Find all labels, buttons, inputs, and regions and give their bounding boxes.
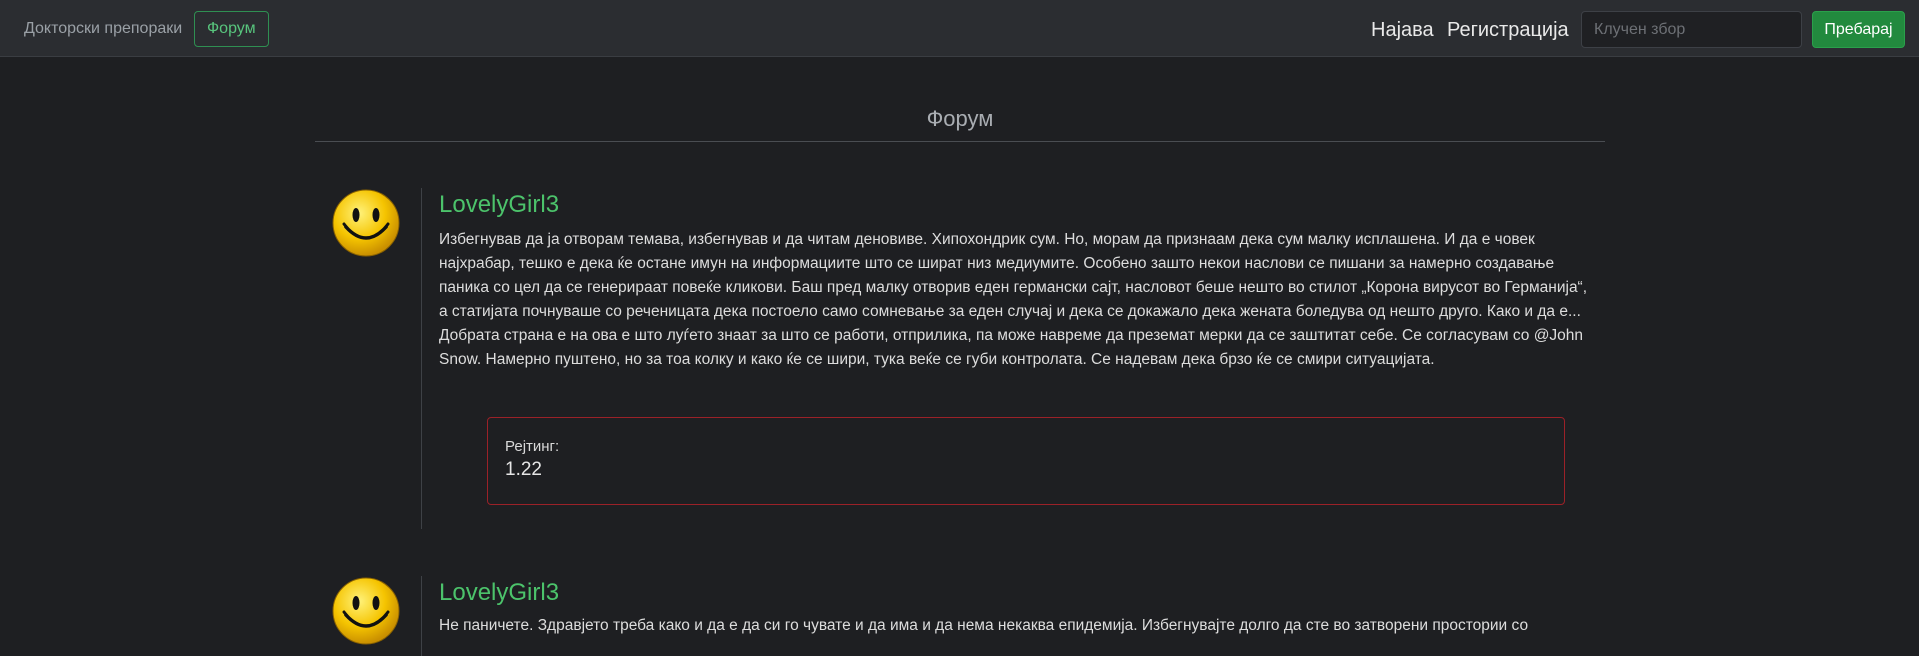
forum-post: LovelyGirl3 Не паничете. Здравјето треба… (315, 576, 1605, 656)
smiley-face-icon (332, 577, 400, 645)
post-author[interactable]: LovelyGirl3 (439, 579, 559, 607)
post-divider-line (421, 576, 422, 656)
top-navbar: Докторски препораки Форум Најава Регистр… (0, 0, 1919, 57)
brand-link[interactable]: Докторски препораки (24, 20, 182, 38)
title-divider (315, 141, 1605, 142)
forum-nav-button[interactable]: Форум (194, 11, 269, 47)
rating-label: Рејтинг: (505, 438, 560, 455)
register-link[interactable]: Регистрација (1447, 19, 1569, 42)
post-body: Избегнував да ја отворам темава, избегну… (439, 231, 1588, 368)
rating-value: 1.22 (505, 459, 542, 480)
search-button[interactable]: Пребарај (1812, 11, 1905, 48)
smiley-face-icon (332, 189, 400, 257)
forum-post: LovelyGirl3 Избегнував да ја отворам тем… (315, 188, 1605, 529)
post-body: Не паничете. Здравјето треба како и да е… (439, 617, 1529, 634)
login-link[interactable]: Најава (1371, 19, 1434, 42)
search-input[interactable] (1581, 11, 1802, 48)
post-divider-line (421, 188, 422, 529)
rating-box: Рејтинг: 1.22 (487, 417, 1565, 505)
post-author[interactable]: LovelyGirl3 (439, 191, 559, 219)
page-title: Форум (926, 106, 994, 131)
